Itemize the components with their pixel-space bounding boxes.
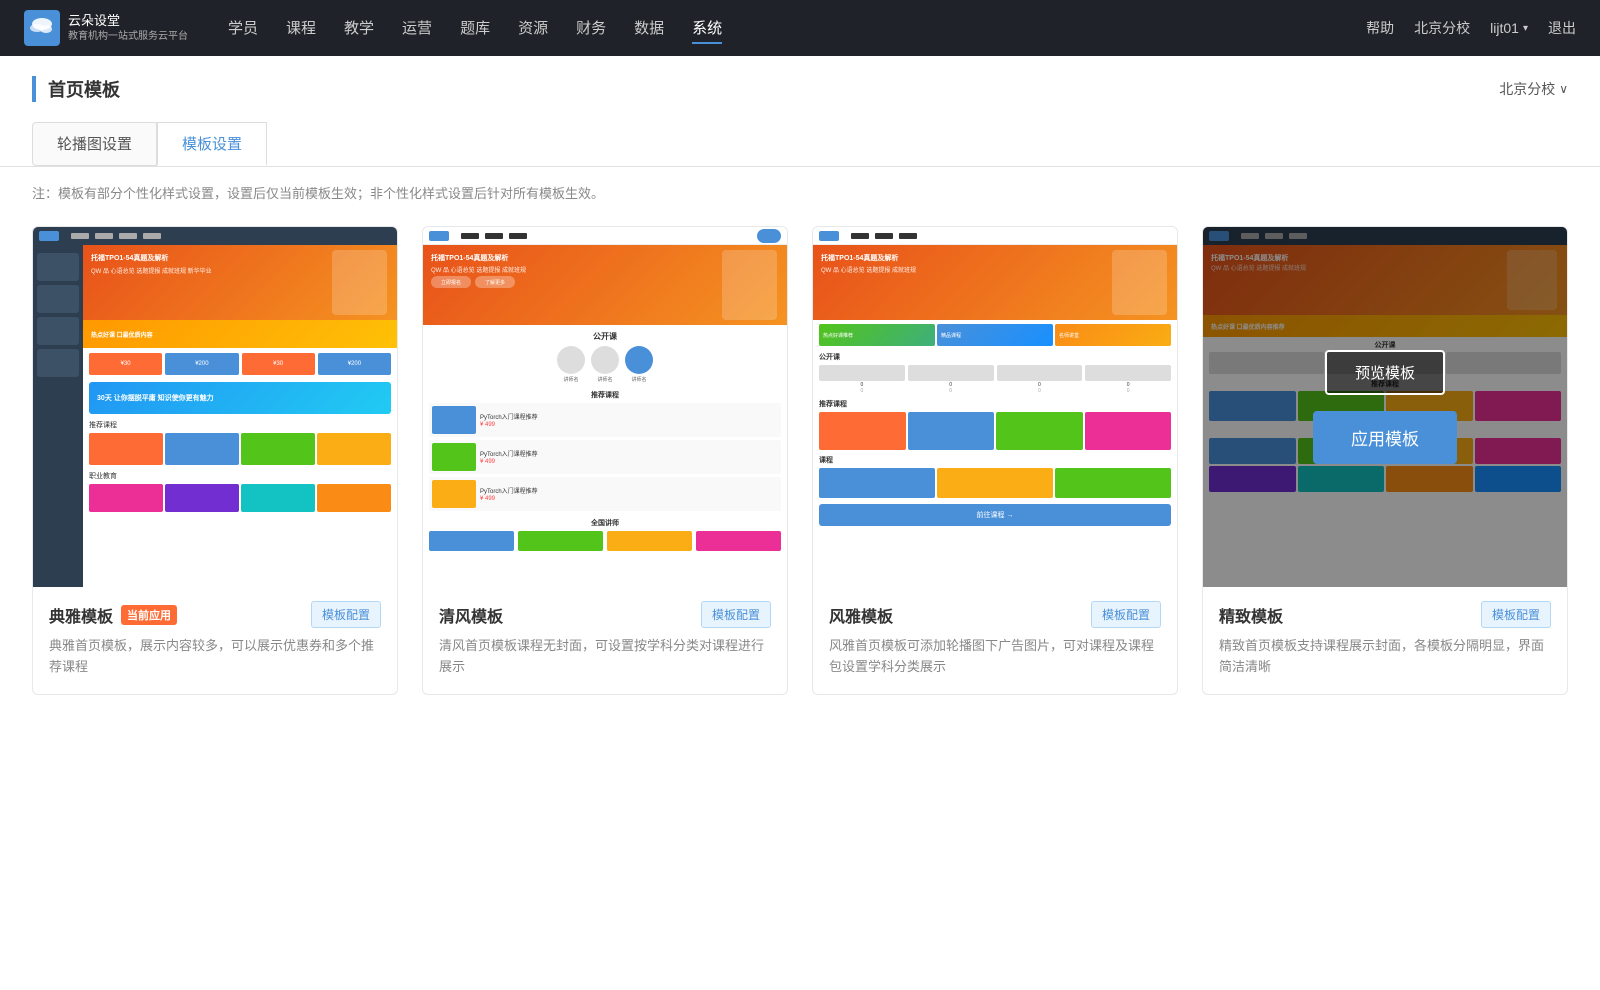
template-name-2: 清风模板 (439, 603, 503, 627)
nav-item-students[interactable]: 学员 (228, 13, 258, 44)
navigation: 云朵设堂 教育机构一站式服务云平台 学员 课程 教学 运营 题库 资源 财务 数… (0, 0, 1600, 56)
template-name-row-4: 精致模板 模板配置 (1219, 601, 1551, 628)
tab-template[interactable]: 模板设置 (157, 122, 267, 166)
template-name-3: 风雅模板 (829, 603, 893, 627)
nav-item-finance[interactable]: 财务 (576, 13, 606, 44)
logo-icon (24, 10, 60, 46)
apply-btn-3[interactable]: 应用模板 (923, 411, 1067, 464)
tabs-container: 轮播图设置 模板设置 (0, 102, 1600, 167)
tab-carousel[interactable]: 轮播图设置 (32, 122, 157, 166)
template-badge-1: 当前应用 (121, 605, 177, 625)
preview-btn-2[interactable]: 预览模板 (545, 350, 665, 395)
nav-logo: 云朵设堂 教育机构一站式服务云平台 (24, 10, 188, 46)
template-desc-3: 风雅首页模板可添加轮播图下广告图片，可对课程及课程包设置学科分类展示 (829, 636, 1161, 678)
template-desc-4: 精致首页模板支持课程展示封面，各模板分隔明显，界面简洁清晰 (1219, 636, 1551, 678)
template-info-1: 典雅模板 当前应用 模板配置 典雅首页模板，展示内容较多，可以展示优惠券和多个推… (33, 587, 397, 694)
template-card-2: 托福TPO1-54真题及解析 QW 品 心语总览 选题提报 成就班规 立即报名 … (422, 226, 788, 695)
templates-grid: 托福TPO1-54真题及解析 QW 品 心语总览 选题提报 成就班规 新华毕业 … (0, 218, 1600, 735)
template-config-btn-4[interactable]: 模板配置 (1481, 601, 1551, 628)
template-preview-4[interactable]: 托福TPO1-54真题及解析 QW 品 心语总览 选题提报 成就班规 热点好课 … (1203, 227, 1567, 587)
template-name-row-3: 风雅模板 模板配置 (829, 601, 1161, 628)
apply-btn-2[interactable]: 应用模板 (533, 411, 677, 464)
branch-label[interactable]: 北京分校 (1414, 18, 1470, 38)
nav-item-data[interactable]: 数据 (634, 13, 664, 44)
nav-menu: 学员 课程 教学 运营 题库 资源 财务 数据 系统 (228, 13, 722, 44)
nav-left: 云朵设堂 教育机构一站式服务云平台 学员 课程 教学 运营 题库 资源 财务 数… (24, 10, 722, 46)
template-info-3: 风雅模板 模板配置 风雅首页模板可添加轮播图下广告图片，可对课程及课程包设置学科… (813, 587, 1177, 694)
nav-item-questions[interactable]: 题库 (460, 13, 490, 44)
template-desc-2: 清风首页模板课程无封面，可设置按学科分类对课程进行展示 (439, 636, 771, 678)
page-title: 首页模板 (32, 76, 120, 102)
nav-right: 帮助 北京分校 lijt01 退出 (1366, 18, 1576, 38)
template-preview-1[interactable]: 托福TPO1-54真题及解析 QW 品 心语总览 选题提报 成就班规 新华毕业 … (33, 227, 397, 587)
nav-item-teaching[interactable]: 教学 (344, 13, 374, 44)
page-header: 首页模板 北京分校 (0, 56, 1600, 102)
template-config-btn-3[interactable]: 模板配置 (1091, 601, 1161, 628)
apply-btn-1[interactable]: 应用模板 (143, 411, 287, 464)
apply-btn-4[interactable]: 应用模板 (1313, 411, 1457, 464)
template-card-1: 托福TPO1-54真题及解析 QW 品 心语总览 选题提报 成就班规 新华毕业 … (32, 226, 398, 695)
template-card-4: 托福TPO1-54真题及解析 QW 品 心语总览 选题提报 成就班规 热点好课 … (1202, 226, 1568, 695)
nav-item-system[interactable]: 系统 (692, 13, 722, 44)
logo-text: 云朵设堂 教育机构一站式服务云平台 (68, 13, 188, 43)
branch-selector[interactable]: 北京分校 (1499, 79, 1568, 99)
nav-item-operations[interactable]: 运营 (402, 13, 432, 44)
template-name-4: 精致模板 (1219, 603, 1283, 627)
preview-btn-1[interactable]: 预览模板 (155, 350, 275, 395)
template-info-4: 精致模板 模板配置 精致首页模板支持课程展示封面，各模板分隔明显，界面简洁清晰 (1203, 587, 1567, 694)
template-info-2: 清风模板 模板配置 清风首页模板课程无封面，可设置按学科分类对课程进行展示 (423, 587, 787, 694)
template-desc-1: 典雅首页模板，展示内容较多，可以展示优惠券和多个推荐课程 (49, 636, 381, 678)
preview-btn-3[interactable]: 预览模板 (935, 350, 1055, 395)
template-name-row-2: 清风模板 模板配置 (439, 601, 771, 628)
nav-item-resources[interactable]: 资源 (518, 13, 548, 44)
user-dropdown[interactable]: lijt01 (1490, 20, 1528, 36)
preview-btn-4[interactable]: 预览模板 (1325, 350, 1445, 395)
note-text: 注：模板有部分个性化样式设置，设置后仅当前模板生效；非个性化样式设置后针对所有模… (0, 167, 1600, 218)
template-preview-3[interactable]: 托福TPO1-54真题及解析 QW 品 心语总览 选题提报 成就班规 热点好课推… (813, 227, 1177, 587)
template-name-1: 典雅模板 当前应用 (49, 603, 177, 627)
template-card-3: 托福TPO1-54真题及解析 QW 品 心语总览 选题提报 成就班规 热点好课推… (812, 226, 1178, 695)
help-link[interactable]: 帮助 (1366, 18, 1394, 38)
template-config-btn-2[interactable]: 模板配置 (701, 601, 771, 628)
template-name-row-1: 典雅模板 当前应用 模板配置 (49, 601, 381, 628)
nav-item-courses[interactable]: 课程 (286, 13, 316, 44)
logout-button[interactable]: 退出 (1548, 18, 1576, 38)
template-preview-2[interactable]: 托福TPO1-54真题及解析 QW 品 心语总览 选题提报 成就班规 立即报名 … (423, 227, 787, 587)
template-config-btn-1[interactable]: 模板配置 (311, 601, 381, 628)
page-content: 首页模板 北京分校 轮播图设置 模板设置 注：模板有部分个性化样式设置，设置后仅… (0, 56, 1600, 990)
preview-overlay-4: 预览模板 应用模板 (1203, 227, 1567, 587)
